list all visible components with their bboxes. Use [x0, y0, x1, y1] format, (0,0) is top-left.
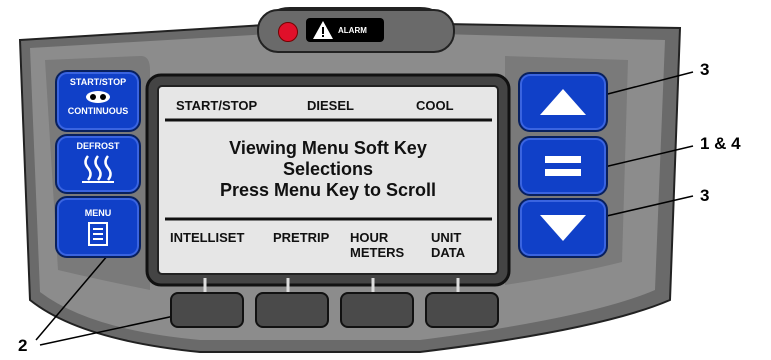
- defrost-key[interactable]: DEFROST: [55, 134, 141, 194]
- message-line-3: Press Menu Key to Scroll: [219, 180, 437, 200]
- message-line-2: Selections: [282, 159, 374, 179]
- callout-enter: 1 & 4: [700, 134, 741, 153]
- soft-label-pretrip: PRETRIP: [273, 230, 330, 245]
- equals-icon: [545, 156, 581, 176]
- soft-label-intelliset: INTELLISET: [170, 230, 245, 245]
- soft-key-4[interactable]: [425, 292, 499, 328]
- warning-triangle-icon: [313, 21, 333, 39]
- menu-list-icon: [88, 222, 108, 246]
- down-arrow-icon: [540, 215, 586, 241]
- menu-label: MENU: [84, 208, 112, 218]
- continuous-mode-icon: [86, 91, 110, 103]
- callout-down: 3: [700, 186, 710, 205]
- display-status-cool: COOL: [416, 98, 454, 113]
- defrost-icon: [82, 155, 114, 183]
- soft-key-1[interactable]: [170, 292, 244, 328]
- message-line-1: Viewing Menu Soft Key: [229, 138, 427, 158]
- alarm-led: [278, 22, 298, 42]
- callout-soft-keys: 2: [18, 336, 28, 355]
- soft-key-2[interactable]: [255, 292, 329, 328]
- soft-label-unit-data: UNIT DATA: [431, 230, 466, 260]
- defrost-label: DEFROST: [76, 141, 120, 151]
- soft-key-3[interactable]: [340, 292, 414, 328]
- up-arrow-icon: [540, 89, 586, 115]
- up-arrow-key[interactable]: [518, 72, 608, 132]
- start-stop-continuous-key[interactable]: START/STOP CONTINUOUS: [55, 70, 141, 132]
- continuous-label: CONTINUOUS: [67, 106, 129, 116]
- display-status-start-stop: START/STOP: [176, 98, 258, 113]
- soft-label-hour-meters: HOUR METERS: [350, 230, 405, 260]
- down-arrow-key[interactable]: [518, 198, 608, 258]
- callout-up: 3: [700, 60, 710, 79]
- enter-key[interactable]: [518, 136, 608, 196]
- display-status-diesel: DIESEL: [307, 98, 354, 113]
- alarm-badge: ALARM: [306, 18, 384, 42]
- start-stop-label: START/STOP: [69, 77, 127, 87]
- display-message: Viewing Menu Soft Key Selections Press M…: [160, 138, 496, 201]
- alarm-label: ALARM: [338, 25, 367, 35]
- menu-key[interactable]: MENU: [55, 196, 141, 258]
